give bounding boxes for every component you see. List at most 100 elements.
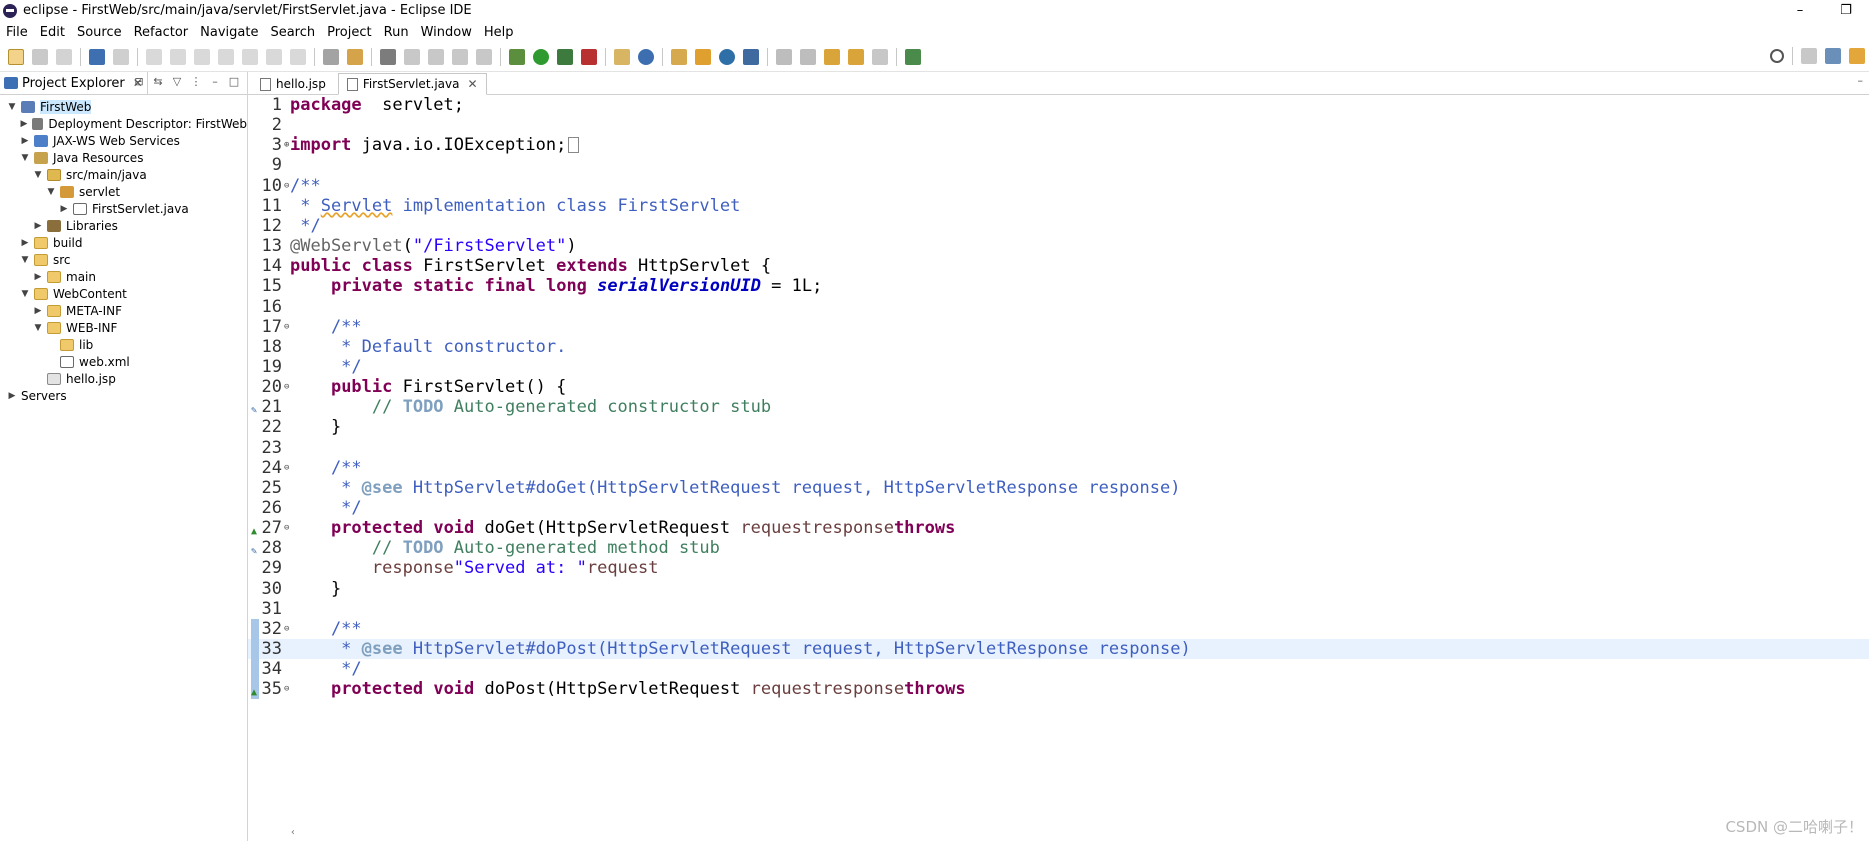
external-tools-icon[interactable] bbox=[581, 49, 597, 65]
web-browser-icon[interactable] bbox=[719, 49, 735, 65]
toggle-breadcrumb-icon[interactable] bbox=[347, 49, 363, 65]
whitespace-icon[interactable] bbox=[476, 49, 492, 65]
code-line[interactable]: 26 */ bbox=[248, 498, 1869, 518]
tree-item[interactable]: ▶ Deployment Descriptor: FirstWeb bbox=[0, 115, 247, 132]
chevron-down-icon[interactable]: ▼ bbox=[32, 322, 44, 334]
last-edit-icon[interactable] bbox=[824, 49, 840, 65]
expand-fold-icon[interactable]: ⊕ bbox=[284, 135, 289, 155]
chevron-down-icon[interactable]: ▼ bbox=[32, 169, 44, 181]
code-line[interactable]: 10 ⊖/** bbox=[248, 176, 1869, 196]
code-line[interactable]: ▲ 35 ⊖ protected void doPost(HttpServletRe… bbox=[248, 679, 1869, 700]
tree-item[interactable]: web.xml bbox=[0, 353, 247, 370]
next-annotation-icon[interactable] bbox=[776, 49, 792, 65]
code-line[interactable]: 31 bbox=[248, 599, 1869, 619]
code-line[interactable]: 14 public class FirstServlet extends Http… bbox=[248, 256, 1869, 276]
chevron-down-icon[interactable]: ▼ bbox=[19, 254, 31, 266]
new-project-icon[interactable] bbox=[614, 49, 630, 65]
code-line[interactable]: 30 } bbox=[248, 579, 1869, 599]
tree-item[interactable]: ▶ META-INF bbox=[0, 302, 247, 319]
run-icon[interactable] bbox=[533, 49, 549, 65]
code-line[interactable]: 12 */ bbox=[248, 216, 1869, 236]
code-line[interactable]: 33 * @see HttpServlet#doPost(HttpServlet… bbox=[248, 639, 1869, 660]
chevron-down-icon[interactable]: ▼ bbox=[19, 152, 31, 164]
code-line[interactable]: 9 bbox=[248, 155, 1869, 175]
code-line[interactable]: 29 response"Served at: "request bbox=[248, 558, 1869, 578]
chevron-right-icon[interactable]: ▶ bbox=[32, 271, 44, 283]
step-return-icon[interactable] bbox=[290, 49, 306, 65]
chevron-down-icon[interactable]: ▼ bbox=[6, 101, 18, 113]
menu-navigate[interactable]: Navigate bbox=[194, 25, 264, 40]
close-icon[interactable]: ✕ bbox=[467, 77, 477, 91]
view-menu-icon[interactable]: ⋮ bbox=[189, 75, 203, 89]
link-with-editor-icon[interactable]: ⇆ bbox=[151, 75, 165, 89]
code-line[interactable]: 3 ⊕ import java.io.IOException; bbox=[248, 135, 1869, 155]
tree-item[interactable]: ▶ main bbox=[0, 268, 247, 285]
code-line[interactable]: 23 bbox=[248, 438, 1869, 458]
code-line[interactable]: 25 * @see HttpServlet#doGet(HttpServletR… bbox=[248, 478, 1869, 498]
chevron-down-icon[interactable]: ▼ bbox=[45, 186, 57, 198]
coverage-icon[interactable] bbox=[557, 49, 573, 65]
minimize-view-icon[interactable]: – bbox=[1858, 74, 1864, 87]
menu-project[interactable]: Project bbox=[321, 25, 377, 40]
tree-item[interactable]: ▼ FirstWeb bbox=[0, 98, 247, 115]
code-line[interactable]: 34 */ bbox=[248, 659, 1869, 680]
code-line[interactable]: 20 ⊖ public FirstServlet() { bbox=[248, 377, 1869, 397]
code-line[interactable]: ✎ 21 // TODO Auto-generated constructor s… bbox=[248, 397, 1869, 417]
restore-button[interactable]: ❐ bbox=[1823, 0, 1869, 21]
tree-item[interactable]: ▶ build bbox=[0, 234, 247, 251]
tree-item[interactable]: ▶ Servers bbox=[0, 387, 247, 404]
open-task-icon[interactable] bbox=[695, 49, 711, 65]
code-line[interactable]: 13 @WebServlet("/FirstServlet") bbox=[248, 236, 1869, 256]
tree-item[interactable]: ▼ WebContent bbox=[0, 285, 247, 302]
tab-hello-jsp[interactable]: hello.jsp bbox=[252, 74, 334, 94]
step-over-icon[interactable] bbox=[266, 49, 282, 65]
word-wrap-icon[interactable] bbox=[428, 49, 444, 65]
tree-item[interactable]: ▼ src/main/java bbox=[0, 166, 247, 183]
chevron-down-icon[interactable]: ▼ bbox=[19, 288, 31, 300]
tree-item[interactable]: ▶ JAX-WS Web Services bbox=[0, 132, 247, 149]
debug-icon[interactable] bbox=[509, 49, 525, 65]
code-line[interactable]: ▲ 27 ⊖ protected void doGet(HttpServletReq… bbox=[248, 518, 1869, 538]
code-line[interactable]: 16 bbox=[248, 297, 1869, 317]
minimize-button[interactable]: – bbox=[1777, 0, 1823, 21]
back-icon[interactable] bbox=[848, 49, 864, 65]
new-class-icon[interactable] bbox=[638, 49, 654, 65]
new-icon[interactable] bbox=[8, 49, 24, 65]
open-type-icon[interactable] bbox=[671, 49, 687, 65]
collapse-fold-icon[interactable]: ⊖ bbox=[284, 619, 289, 639]
code-line[interactable]: 2 bbox=[248, 115, 1869, 135]
chevron-right-icon[interactable]: ▶ bbox=[19, 237, 31, 249]
suspend-icon[interactable] bbox=[170, 49, 186, 65]
terminal-icon[interactable] bbox=[89, 49, 105, 65]
code-area[interactable]: ‹ 1 package servlet; 2 3 ⊕ import java.io.IOE… bbox=[248, 95, 1869, 841]
pin-editor-icon[interactable] bbox=[905, 49, 921, 65]
menu-window[interactable]: Window bbox=[415, 25, 478, 40]
code-line[interactable]: 18 * Default constructor. bbox=[248, 337, 1869, 357]
java-ee-perspective-icon[interactable] bbox=[1825, 48, 1841, 64]
tree-item[interactable]: ▼ src bbox=[0, 251, 247, 268]
open-perspective-icon[interactable] bbox=[323, 49, 339, 65]
chevron-right-icon[interactable]: ▶ bbox=[6, 390, 18, 402]
forward-icon[interactable] bbox=[872, 49, 888, 65]
open-perspective-button-icon[interactable] bbox=[1801, 48, 1817, 64]
maximize-view-icon[interactable]: □ bbox=[227, 75, 241, 89]
save-all-icon[interactable] bbox=[56, 49, 72, 65]
code-line[interactable]: 1 package servlet; bbox=[248, 95, 1869, 115]
search-tool-icon[interactable] bbox=[743, 49, 759, 65]
mark-occurrences-icon[interactable] bbox=[404, 49, 420, 65]
horizontal-scrollbar[interactable]: ‹ bbox=[290, 827, 1869, 841]
code-line[interactable]: 17 ⊖ /** bbox=[248, 317, 1869, 337]
tree-item[interactable]: lib bbox=[0, 336, 247, 353]
menu-source[interactable]: Source bbox=[71, 25, 128, 40]
tree-item[interactable]: ▼ servlet bbox=[0, 183, 247, 200]
search-icon[interactable] bbox=[1770, 49, 1784, 63]
code-line[interactable]: 22 } bbox=[248, 417, 1869, 437]
menu-edit[interactable]: Edit bbox=[34, 25, 71, 40]
collapse-fold-icon[interactable]: ⊖ bbox=[284, 317, 289, 337]
collapse-fold-icon[interactable]: ⊖ bbox=[284, 458, 289, 478]
code-line[interactable]: 15 private static final long serialVersi… bbox=[248, 276, 1869, 296]
block-select-icon[interactable] bbox=[452, 49, 468, 65]
chevron-right-icon[interactable]: ▶ bbox=[58, 203, 70, 215]
tab-project-explorer[interactable]: Project Explorer ✕ bbox=[0, 72, 148, 94]
menu-refactor[interactable]: Refactor bbox=[128, 25, 195, 40]
